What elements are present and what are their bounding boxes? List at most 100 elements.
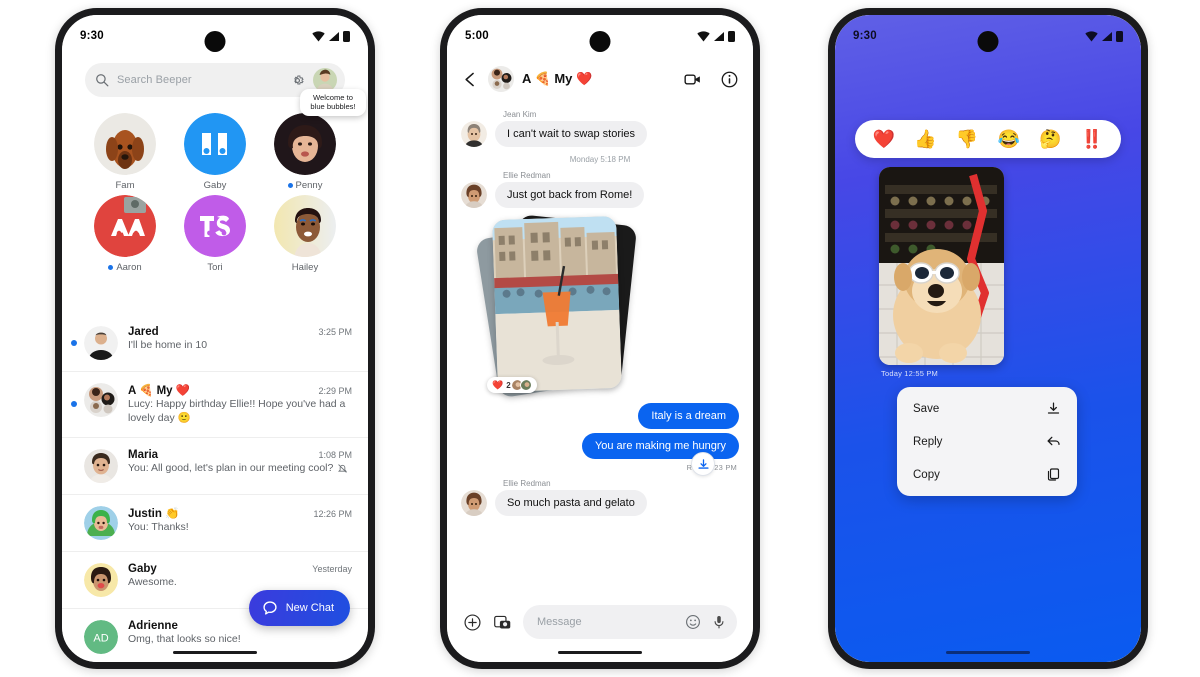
pinned-contact-gaby[interactable]: Gaby	[170, 113, 260, 191]
photo-reaction-badge[interactable]: ❤️ 2	[487, 377, 537, 393]
avatar	[84, 326, 118, 360]
wifi-icon	[697, 30, 710, 42]
wifi-icon	[1085, 30, 1098, 42]
emoji-icon[interactable]	[685, 614, 701, 630]
pinned-contact-fam[interactable]: Fam	[80, 113, 170, 191]
message-incoming[interactable]: I can't wait to swap stories	[461, 121, 739, 147]
gear-icon[interactable]	[290, 73, 305, 88]
message-outgoing[interactable]: Italy is a dream	[461, 403, 739, 429]
chat-item-preview: Awesome.	[128, 575, 177, 588]
chat-list-item[interactable]: Jared 3:25 PM I'll be home in 10	[62, 315, 368, 372]
context-menu-label: Copy	[913, 468, 940, 481]
reaction-double-exclamation-icon[interactable]: ‼️	[1081, 130, 1103, 148]
chat-item-time: 12:26 PM	[313, 508, 352, 519]
message-area: Jean Kim I can't wait to swap stories Mo…	[447, 103, 753, 594]
pinned-contact-penny[interactable]: Welcome to blue bubbles! Penny	[260, 89, 366, 191]
welcome-tooltip: Welcome to blue bubbles!	[300, 89, 366, 116]
wifi-icon	[312, 30, 325, 42]
chat-list-item[interactable]: A 🍕 My ❤️ 2:29 PM Lucy: Happy birthday E…	[62, 372, 368, 438]
reply-arrow-icon	[1046, 434, 1061, 449]
message-input[interactable]: Message	[537, 616, 677, 628]
pinned-contact-hailey[interactable]: Hailey	[260, 195, 350, 273]
chat-item-name: Maria	[128, 448, 159, 461]
context-menu-item-save[interactable]: Save	[897, 392, 1077, 425]
chat-item-body: A 🍕 My ❤️ 2:29 PM Lucy: Happy birthday E…	[128, 383, 352, 426]
camera-punch-hole	[589, 31, 611, 52]
battery-icon	[1116, 30, 1123, 42]
chat-item-name: Gaby	[128, 562, 157, 575]
chat-list-item[interactable]: Justin 👏 12:26 PM You: Thanks!	[62, 495, 368, 552]
chat-item-name: Justin 👏	[128, 507, 180, 520]
status-time: 9:30	[80, 30, 104, 42]
chat-item-time: Yesterday	[312, 563, 352, 574]
status-icons	[697, 30, 735, 42]
phone-device-3: 9:30 ❤️ 👍 👎 😂 🤔 ‼️ Today 12:55 PM Save R…	[828, 8, 1148, 669]
pinned-contact-label: Tori	[207, 262, 223, 273]
message-composer: Message	[447, 600, 753, 644]
message-incoming[interactable]: Just got back from Rome!	[461, 182, 739, 208]
mute-icon	[337, 463, 348, 474]
cellular-signal-icon	[328, 31, 340, 42]
new-chat-button[interactable]: New Chat	[248, 590, 350, 626]
phone2-screen: 5:00 A 🍕 My ❤️ Jean Kim I can't wait to …	[447, 15, 753, 662]
back-arrow-icon[interactable]	[461, 70, 480, 89]
video-call-icon[interactable]	[683, 70, 702, 89]
avatar	[519, 379, 532, 391]
download-icon	[1046, 401, 1061, 416]
photo-stack-message[interactable]: ❤️ 2	[475, 214, 739, 476]
avatar	[94, 195, 156, 257]
chat-item-preview: I'll be home in 10	[128, 339, 208, 351]
reaction-laughing-icon[interactable]: 😂	[998, 130, 1020, 148]
context-menu-label: Save	[913, 402, 940, 415]
plus-circle-icon[interactable]	[463, 613, 482, 632]
avatar	[84, 505, 118, 540]
chat-list-item[interactable]: Maria 1:08 PM You: All good, let's plan …	[62, 438, 368, 495]
reaction-picker-bar[interactable]: ❤️ 👍 👎 😂 🤔 ‼️	[855, 120, 1121, 158]
group-avatar	[84, 383, 118, 417]
group-avatar[interactable]	[488, 66, 514, 92]
chat-item-time: 3:25 PM	[318, 327, 352, 337]
gallery-icon[interactable]	[493, 613, 512, 632]
dog-photo-message[interactable]	[879, 167, 1004, 365]
phone1-screen: 9:30 Search Beeper Fam Gaby Welcome to b…	[62, 15, 368, 662]
context-menu-item-copy[interactable]: Copy	[897, 458, 1077, 491]
copy-icon	[1046, 467, 1061, 482]
chat-item-time: 2:29 PM	[318, 386, 352, 396]
home-indicator	[173, 650, 257, 654]
day-separator: Monday 5:18 PM	[569, 155, 631, 164]
avatar	[84, 448, 118, 483]
pinned-contact-tori[interactable]: Tori	[170, 195, 260, 273]
screenshot-stage: 9:30 Search Beeper Fam Gaby Welcome to b…	[0, 0, 1200, 677]
unread-indicator	[71, 340, 77, 346]
microphone-icon[interactable]	[711, 614, 727, 630]
context-menu-label: Reply	[913, 435, 943, 448]
pinned-contacts-grid: Fam Gaby Welcome to blue bubbles! Penny	[80, 89, 366, 273]
camera-punch-hole	[977, 31, 999, 52]
context-menu-item-reply[interactable]: Reply	[897, 425, 1077, 458]
pinned-contact-aaron[interactable]: Aaron	[80, 195, 170, 273]
reaction-thumbs-down-icon[interactable]: 👎	[956, 130, 978, 148]
search-input[interactable]: Search Beeper	[117, 74, 282, 86]
pinned-contact-label: Gaby	[203, 180, 227, 191]
chat-item-body: Justin 👏 12:26 PM You: Thanks!	[128, 506, 352, 535]
heart-reaction-icon: ❤️	[492, 379, 504, 390]
avatar-initials: AD	[84, 619, 118, 654]
reaction-avatars	[510, 379, 532, 391]
message-input-field[interactable]: Message	[523, 605, 737, 639]
status-time: 5:00	[465, 30, 489, 42]
pinned-contact-label: Penny	[287, 180, 322, 191]
photo-card-front[interactable]	[492, 215, 622, 393]
chat-item-preview: Omg, that looks so nice!	[128, 632, 241, 645]
chat-item-preview: You: All good, let's plan in our meeting…	[128, 462, 352, 476]
info-icon[interactable]	[720, 70, 739, 89]
download-button[interactable]	[691, 452, 715, 476]
message-incoming[interactable]: So much pasta and gelato	[461, 490, 739, 516]
reaction-thumbs-up-icon[interactable]: 👍	[914, 130, 936, 148]
reaction-thinking-icon[interactable]: 🤔	[1039, 130, 1061, 148]
reaction-heart-icon[interactable]: ❤️	[873, 130, 895, 148]
message-bubble: So much pasta and gelato	[495, 490, 647, 516]
cellular-signal-icon	[1101, 31, 1113, 42]
chat-item-name: Jared	[128, 326, 159, 338]
phone3-screen: 9:30 ❤️ 👍 👎 😂 🤔 ‼️ Today 12:55 PM Save R…	[835, 15, 1141, 662]
chat-item-body: Jared 3:25 PM I'll be home in 10	[128, 326, 352, 353]
